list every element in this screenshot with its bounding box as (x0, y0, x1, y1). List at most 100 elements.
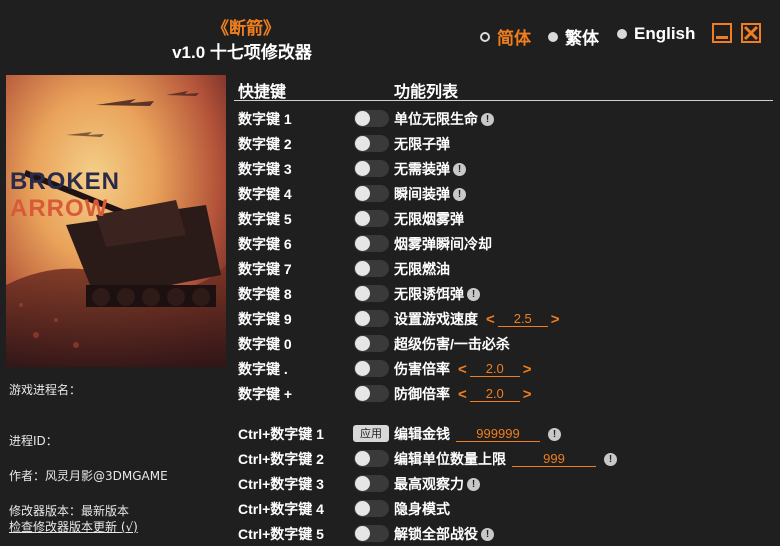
cheat-row: Ctrl+数字键 5 解锁全部战役! (0, 521, 780, 546)
toggle-knob (355, 476, 370, 491)
header-key: 快捷键 (238, 84, 287, 101)
increase-arrow[interactable]: > (551, 311, 560, 328)
hotkey-label: 数字键 4 (238, 186, 292, 202)
edit-value-input[interactable]: 999 (512, 451, 596, 467)
toggle-knob (355, 236, 370, 251)
radio-selected-icon (480, 31, 490, 42)
decrease-arrow[interactable]: < (458, 361, 467, 378)
feature-label: 设置游戏速度 (394, 311, 478, 327)
hotkey-label: 数字键 2 (238, 136, 292, 152)
toggle-knob (355, 361, 370, 376)
lang-label-simplified: 简体 (497, 29, 531, 48)
feature-label: 烟雾弹瞬间冷却 (394, 236, 492, 252)
hotkey-label: Ctrl+数字键 1 (238, 426, 324, 442)
close-icon[interactable] (741, 23, 761, 43)
feature-label: 无限燃油 (394, 261, 450, 277)
feature-cell: 最高观察力! (394, 474, 480, 494)
apply-button[interactable]: 应用 (353, 425, 389, 442)
cheat-row: 数字键 5 无限烟雾弹 (0, 206, 780, 231)
toggle-knob (355, 186, 370, 201)
lang-option-traditional[interactable]: 繁体 (548, 24, 599, 49)
minimize-icon[interactable] (712, 23, 732, 43)
cheat-row: 数字键 0 超级伤害/一击必杀 (0, 331, 780, 356)
lang-option-english[interactable]: English (617, 24, 695, 44)
cheat-row: 数字键 9 设置游戏速度 <2.5 > (0, 306, 780, 331)
hotkey-label: 数字键 7 (238, 261, 292, 277)
feature-label: 无限诱饵弹 (394, 286, 464, 302)
feature-cell: 无限子弹 (394, 134, 450, 154)
cheat-toggle[interactable] (354, 185, 389, 202)
cheat-toggle[interactable] (354, 475, 389, 492)
edit-value-input[interactable]: 999999 (456, 426, 540, 442)
cheat-toggle[interactable] (354, 210, 389, 227)
toggle-knob (355, 451, 370, 466)
info-icon[interactable]: ! (604, 452, 617, 466)
feature-cell: 伤害倍率 <2.0 > (394, 359, 535, 379)
header-feature: 功能列表 (394, 84, 459, 101)
info-icon[interactable]: ! (453, 187, 466, 201)
lang-label-english: English (634, 24, 696, 43)
toggle-knob (355, 261, 370, 276)
cheat-row: 数字键 . 伤害倍率 <2.0 > (0, 356, 780, 381)
increase-arrow[interactable]: > (523, 361, 532, 378)
hotkey-label: 数字键 . (238, 361, 288, 377)
info-icon[interactable]: ! (481, 112, 494, 126)
info-icon[interactable]: ! (467, 287, 480, 301)
toggle-knob (355, 336, 370, 351)
feature-label: 伤害倍率 (394, 361, 450, 377)
feature-label: 防御倍率 (394, 386, 450, 402)
cheat-toggle[interactable] (354, 450, 389, 467)
value-input[interactable]: 2.0 (469, 386, 520, 402)
toggle-knob (355, 136, 370, 151)
cheat-toggle[interactable] (354, 235, 389, 252)
toggle-knob (355, 286, 370, 301)
hotkey-label: 数字键 9 (238, 311, 292, 327)
feature-cell: 瞬间装弹! (394, 184, 466, 204)
cheat-toggle[interactable] (354, 360, 389, 377)
info-icon[interactable]: ! (467, 477, 480, 491)
cheat-toggle[interactable] (354, 385, 389, 402)
cheat-row: Ctrl+数字键 3 最高观察力! (0, 471, 780, 496)
hotkey-label: Ctrl+数字键 2 (238, 451, 324, 467)
hotkey-label: Ctrl+数字键 5 (238, 526, 324, 542)
version-title: v1.0 十七项修改器 (172, 43, 312, 62)
increase-arrow[interactable]: > (523, 386, 532, 403)
info-icon[interactable]: ! (453, 162, 466, 176)
feature-label: 编辑单位数量上限 (394, 451, 506, 467)
feature-cell: 单位无限生命! (394, 109, 494, 129)
cheat-toggle[interactable] (354, 135, 389, 152)
feature-label: 无限子弹 (394, 136, 450, 152)
feature-cell: 无限诱饵弹! (394, 284, 480, 304)
lang-option-simplified[interactable]: 简体 (480, 24, 531, 49)
feature-cell: 解锁全部战役! (394, 524, 494, 544)
info-icon[interactable]: ! (548, 427, 561, 441)
radio-icon (548, 31, 558, 42)
cheat-toggle[interactable] (354, 160, 389, 177)
decrease-arrow[interactable]: < (458, 386, 467, 403)
cheat-row: 数字键 7 无限燃油 (0, 256, 780, 281)
cheat-row: 数字键 6 烟雾弹瞬间冷却 (0, 231, 780, 256)
hotkey-label: 数字键 1 (238, 111, 292, 127)
toggle-knob (355, 161, 370, 176)
info-icon[interactable]: ! (481, 527, 494, 541)
cheat-toggle[interactable] (354, 260, 389, 277)
cheat-toggle[interactable] (354, 110, 389, 127)
feature-cell: 编辑单位数量上限 999! (394, 449, 617, 469)
value-input[interactable]: 2.0 (469, 361, 520, 377)
cheat-toggle[interactable] (354, 500, 389, 517)
cheat-row: 数字键 3 无需装弹! (0, 156, 780, 181)
decrease-arrow[interactable]: < (486, 311, 495, 328)
cheat-toggle[interactable] (354, 285, 389, 302)
cheat-toggle[interactable] (354, 335, 389, 352)
value-input[interactable]: 2.5 (497, 311, 548, 327)
feature-cell: 设置游戏速度 <2.5 > (394, 309, 563, 329)
hotkey-label: 数字键 6 (238, 236, 292, 252)
feature-cell: 编辑金钱 999999! (394, 424, 561, 444)
feature-cell: 无需装弹! (394, 159, 466, 179)
cheat-row: Ctrl+数字键 1 应用 编辑金钱 999999! (0, 421, 780, 446)
game-title: 《断箭》 (212, 19, 280, 38)
toggle-knob (355, 501, 370, 516)
cheat-row: Ctrl+数字键 4 隐身模式 (0, 496, 780, 521)
cheat-toggle[interactable] (354, 525, 389, 542)
cheat-toggle[interactable] (354, 310, 389, 327)
